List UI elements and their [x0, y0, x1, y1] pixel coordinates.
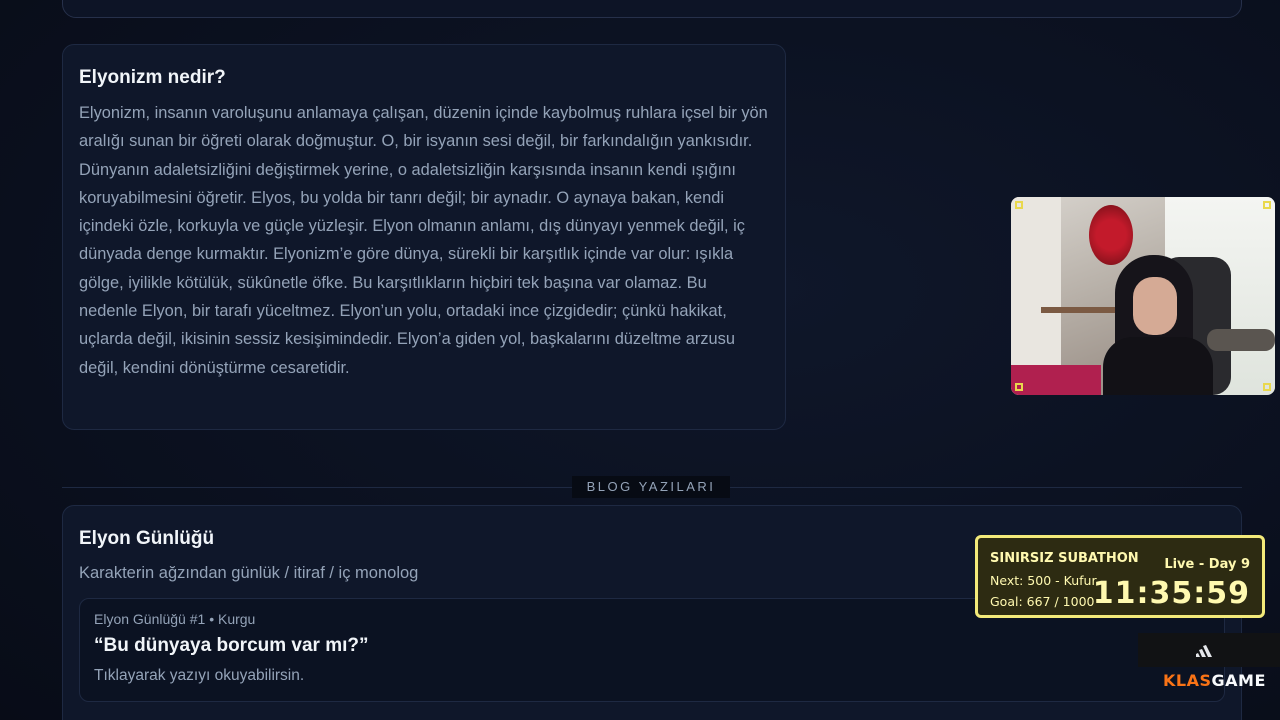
about-body: Elyonizm, insanın varoluşunu anlamaya ça…	[79, 104, 768, 377]
next-goal-label: Next: 500 - Kufur	[990, 573, 1097, 588]
webcam-overlay	[1011, 197, 1275, 395]
live-day-label: Live - Day 9	[1164, 557, 1250, 572]
flowers-image	[1089, 205, 1133, 265]
webcam-shelf	[1041, 307, 1121, 313]
post-hint: Tıklayarak yazıyı okuyabilirsin.	[94, 667, 305, 684]
subathon-title: SINIRSIZ SUBATHON	[990, 551, 1139, 566]
goal-progress-label: Goal: 667 / 1000	[990, 594, 1095, 609]
frame-corner-icon	[1263, 383, 1271, 391]
subathon-overlay: SINIRSIZ SUBATHON Live - Day 9 Next: 500…	[975, 535, 1265, 618]
section-label: BLOG YAZILARI	[572, 476, 730, 498]
previous-section-card	[62, 0, 1242, 18]
klasgame-logo: KLASGAME	[1163, 671, 1266, 690]
webcam-rug	[1011, 365, 1101, 395]
microphone-image	[1207, 329, 1275, 351]
frame-corner-icon	[1015, 383, 1023, 391]
streamer-body	[1103, 337, 1213, 395]
frame-corner-icon	[1015, 201, 1023, 209]
frame-corner-icon	[1263, 201, 1271, 209]
about-title: Elyonizm nedir?	[79, 67, 226, 88]
post-title[interactable]: “Bu dünyaya borcum var mı?”	[94, 635, 1210, 657]
brand-part2: GAME	[1211, 671, 1266, 690]
streamer-face	[1133, 277, 1177, 335]
adidas-icon	[1196, 645, 1212, 657]
brand-part1: KLAS	[1163, 671, 1212, 690]
about-card: Elyonizm nedir? Elyonizm, insanın varolu…	[62, 44, 786, 430]
subathon-timer: 11:35:59	[1092, 576, 1250, 611]
